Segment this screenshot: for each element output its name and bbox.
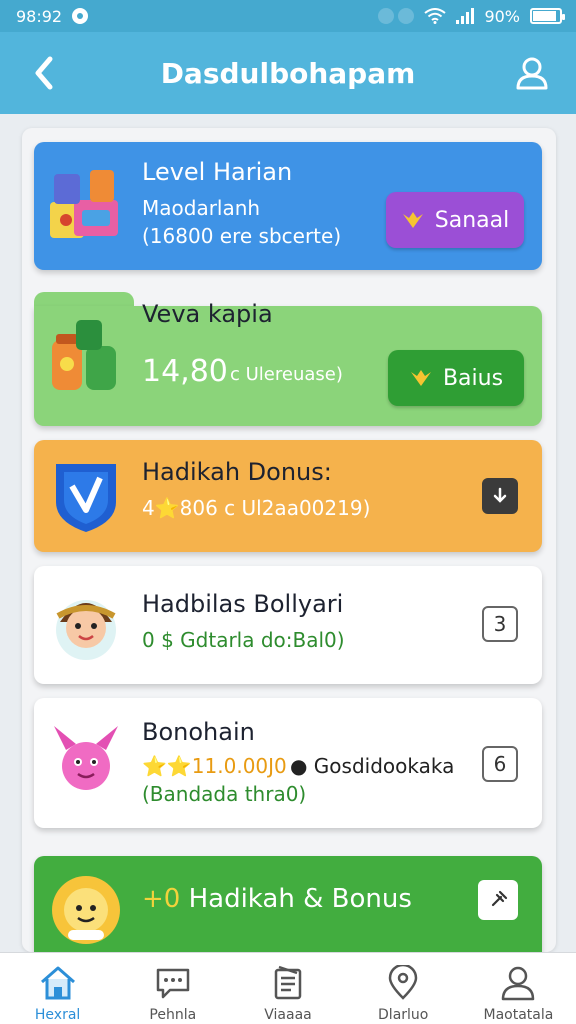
- nav-item-profile[interactable]: Maotatala: [461, 953, 576, 1024]
- hadbilas-card[interactable]: Hadbilas Bollyari 0 $ Gdtarla do:Bal0) 3: [34, 566, 542, 684]
- chat-icon: [156, 968, 190, 999]
- bonus-value-title: Veva kapia: [142, 300, 273, 328]
- hadikah-banner-title: +0 Hadikah & Bonus: [142, 884, 412, 914]
- home-icon: [40, 966, 75, 1000]
- bonohain-card[interactable]: Bonohain ⭐⭐11.0.00J0 ● Gosdidookaka (Ban…: [34, 698, 542, 828]
- hadikah-banner-prefix: +0: [142, 884, 181, 914]
- notification-icon: [72, 8, 89, 24]
- daily-level-card[interactable]: Level Harian Maodarlanh (16800 ere sbcer…: [34, 142, 542, 270]
- bonohain-status: ● Gosdidookaka: [290, 754, 455, 778]
- chevron-left-icon: [35, 56, 53, 90]
- hadbilas-detail: 0 $ Gdtarla do:Bal0): [142, 628, 345, 652]
- sun-mascot-icon: [52, 876, 120, 944]
- arrow-down-icon: [493, 487, 507, 503]
- count-badge: 3: [482, 606, 518, 642]
- jar-icon: [52, 320, 116, 390]
- hadikah-bonus-card[interactable]: Hadikah Donus: 4⭐806 c Ul2aa00219): [34, 440, 542, 552]
- download-button[interactable]: [482, 478, 518, 514]
- back-button[interactable]: [24, 53, 64, 93]
- nav-label-profile: Maotatala: [483, 1007, 554, 1023]
- nav-item-home[interactable]: Hexral: [0, 953, 115, 1024]
- daily-level-detail: (16800 ere sbcerte): [142, 224, 342, 248]
- daily-claim-button[interactable]: Sanaal: [386, 192, 524, 248]
- nav-label-location: Dlarluo: [378, 1007, 429, 1023]
- wifi-icon: [424, 8, 447, 24]
- bonus-value-unit: c Ulereuase): [230, 364, 343, 385]
- gift-box-icon: [50, 170, 118, 238]
- count-badge: 6: [482, 746, 518, 782]
- status-time: 98:92: [16, 6, 63, 26]
- nav-item-list[interactable]: Viaaaa: [230, 953, 345, 1024]
- hadikah-banner-text: Hadikah & Bonus: [188, 884, 412, 914]
- page-title: Dasdulbohapam: [160, 56, 416, 90]
- location-pin-icon: [388, 965, 418, 1000]
- bonus-value-card[interactable]: Veva kapia 14,80 c Ulereuase) Baius: [34, 300, 542, 426]
- hadbilas-title: Hadbilas Bollyari: [142, 590, 344, 618]
- bonohain-detail: (Bandada thra0): [142, 782, 307, 806]
- bonohain-title: Bonohain: [142, 718, 255, 746]
- pink-monster-icon: [54, 726, 118, 790]
- nav-item-location[interactable]: Dlarluo: [346, 953, 461, 1024]
- hadikah-bonus-banner[interactable]: +0 Hadikah & Bonus: [34, 856, 542, 952]
- bottom-nav: Hexral Pehnla Viaaaa Dlarluo Maotatala: [0, 952, 576, 1024]
- status-indicator-icon: [378, 8, 415, 24]
- person-icon: [502, 966, 535, 1001]
- bonus-value-amount: 14,80: [142, 354, 228, 389]
- person-icon: [516, 57, 548, 90]
- battery-percent: 90%: [484, 6, 520, 26]
- crown-icon: [402, 212, 423, 228]
- nav-label-home: Hexral: [34, 1007, 81, 1023]
- profile-button[interactable]: [512, 53, 552, 93]
- bonohain-stars: ⭐⭐11.0.00J0: [142, 754, 287, 778]
- shield-icon: [56, 464, 116, 532]
- share-button[interactable]: [478, 880, 518, 920]
- daily-level-subtitle: Maodarlanh: [142, 196, 261, 220]
- battery-icon: [530, 8, 565, 24]
- crown-icon: [410, 370, 431, 386]
- pin-icon: [491, 890, 508, 907]
- nav-label-list: Viaaaa: [264, 1007, 312, 1023]
- hadikah-bonus-title: Hadikah Donus:: [142, 458, 332, 486]
- daily-level-title: Level Harian: [142, 158, 293, 186]
- signal-icon: [456, 8, 475, 24]
- status-bar: 98:92 90%: [0, 0, 576, 32]
- bonus-claim-button[interactable]: Baius: [388, 350, 524, 406]
- task-list: Level Harian Maodarlanh (16800 ere sbcer…: [22, 128, 556, 952]
- bonus-claim-label: Baius: [442, 365, 504, 391]
- hadikah-bonus-detail: 4⭐806 c Ul2aa00219): [142, 496, 371, 520]
- daily-claim-label: Sanaal: [434, 207, 510, 233]
- nav-item-chat[interactable]: Pehnla: [115, 953, 230, 1024]
- app-bar: Dasdulbohapam: [0, 32, 576, 114]
- child-avatar-icon: [56, 600, 116, 660]
- clipboard-icon: [274, 965, 302, 1000]
- nav-label-chat: Pehnla: [149, 1007, 197, 1023]
